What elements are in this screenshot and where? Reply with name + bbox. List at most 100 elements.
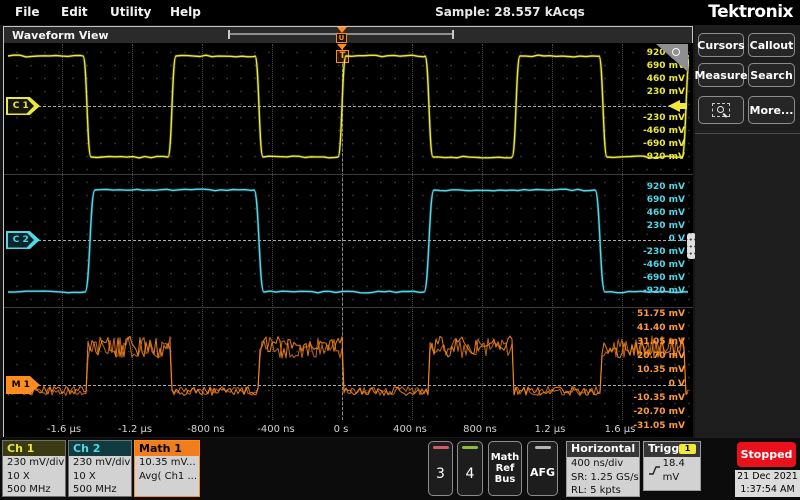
zero-volt-line	[8, 240, 686, 241]
ch4-label: 4	[466, 466, 475, 482]
menu-utility[interactable]: Utility	[110, 5, 151, 19]
gridline-vertical	[272, 44, 273, 420]
ch3-button[interactable]: 3	[428, 441, 453, 496]
horizontal-title: Horizontal	[567, 442, 639, 457]
axis-label: -690 mV	[643, 139, 685, 149]
search-button[interactable]: Search	[748, 63, 795, 87]
callout-button[interactable]: Callout	[748, 33, 795, 57]
axis-label: 31.05 mV	[637, 337, 685, 347]
menu-help[interactable]: Help	[170, 5, 201, 19]
magnifier-icon	[672, 48, 680, 56]
menu-edit[interactable]: Edit	[61, 5, 88, 19]
axis-label: 51.75 mV	[637, 309, 685, 319]
ch1-bandwidth: 500 MHz	[3, 483, 65, 497]
panel-divider	[695, 133, 800, 134]
math1-scale: 10.35 mV...	[135, 456, 199, 470]
time-axis-label: -1.6 µs	[32, 424, 96, 435]
trigger-settings-panel[interactable]: Trigger 1 18.4 mV	[643, 441, 701, 491]
time-axis-label: 1.2 µs	[518, 424, 582, 435]
channel1-badge[interactable]: C 1	[6, 97, 40, 115]
axis-label: -920 mV	[643, 286, 685, 296]
expansion-point-icon[interactable]: U	[336, 33, 347, 43]
ch2-badge-title: Ch 2	[69, 441, 131, 456]
time-axis-label: -400 ns	[244, 424, 308, 435]
axis-label: 20.70 mV	[637, 351, 685, 361]
settings-bar: Ch 1 230 mV/div 10 X 500 MHz Ch 2 230 mV…	[0, 438, 800, 500]
ch3-label: 3	[436, 466, 445, 482]
datetime-display[interactable]: 21 Dec 2021 1:37:54 AM	[735, 470, 800, 497]
menu-bar: File Edit Utility Help Sample: 28.557 kA…	[0, 0, 800, 25]
axis-label: -920 mV	[643, 152, 685, 162]
axis-label: 0 V	[669, 379, 685, 389]
afg-button[interactable]: AFG	[527, 441, 558, 496]
time-label: 1:37:54 AM	[735, 483, 800, 496]
horizontal-settings-panel[interactable]: Horizontal 400 ns/div SR: 1.25 GS/s RL: …	[566, 441, 640, 497]
zoom-select-button[interactable]	[698, 96, 744, 124]
waveform-view-tab[interactable]: Waveform View	[12, 29, 109, 42]
acquisition-status-button[interactable]: Stopped	[737, 442, 796, 467]
ch1-badge-title: Ch 1	[3, 441, 65, 456]
more-button[interactable]: More...	[748, 96, 795, 124]
gridline-vertical	[482, 44, 483, 420]
gridline-vertical	[62, 44, 63, 420]
time-axis-label: -1.2 µs	[103, 424, 167, 435]
sample-count-label: Sample: 28.557 kAcqs	[420, 5, 600, 19]
zero-volt-line	[8, 106, 686, 107]
time-axis-label: 1.6 µs	[588, 424, 652, 435]
menu-file[interactable]: File	[15, 5, 40, 19]
channel2-badge[interactable]: C 2	[6, 231, 40, 249]
ch2-bandwidth: 500 MHz	[69, 483, 131, 497]
axis-label: -690 mV	[643, 273, 685, 283]
axis-label: 230 mV	[647, 221, 685, 231]
time-axis-label: 400 ns	[378, 424, 442, 435]
trigger-title: Trigger 1	[644, 442, 700, 457]
axis-label: -460 mV	[643, 260, 685, 270]
math1-settings-badge[interactable]: Math 1 10.35 mV... Avg( Ch1 ...	[134, 440, 200, 497]
trigger-position-line	[342, 44, 343, 420]
axis-label: 0 V	[669, 234, 685, 244]
axis-label: 41.40 mV	[637, 323, 685, 333]
ch1-probe: 10 X	[3, 470, 65, 484]
math1-badge[interactable]: M 1	[6, 376, 40, 394]
axis-label: 460 mV	[647, 208, 685, 218]
zoom-select-icon	[712, 103, 730, 117]
axis-label: 230 mV	[647, 87, 685, 97]
trigger-source-badge: 1	[679, 444, 696, 454]
tektronix-logo: Tektronix	[708, 2, 793, 22]
afg-color-bar	[535, 446, 551, 449]
time-axis-label: 0 s	[309, 424, 373, 435]
math1-expression: Avg( Ch1 ...	[135, 470, 199, 484]
afg-label: AFG	[530, 466, 555, 479]
ch2-scale: 230 mV/div	[69, 456, 131, 470]
cursors-button[interactable]: Cursors	[698, 33, 744, 57]
axis-label: -460 mV	[643, 126, 685, 136]
axis-label: -230 mV	[643, 113, 685, 123]
gridline-vertical	[552, 44, 553, 420]
ch4-button[interactable]: 4	[457, 441, 483, 496]
horizontal-scale: 400 ns/div	[567, 457, 639, 471]
math-ref-bus-button[interactable]: Math Ref Bus	[488, 441, 522, 496]
ch1-scale: 230 mV/div	[3, 456, 65, 470]
axis-label: -20.70 mV	[633, 407, 685, 417]
measure-button[interactable]: Measure	[698, 63, 744, 87]
slice-separator	[4, 307, 693, 308]
ch2-settings-badge[interactable]: Ch 2 230 mV/div 10 X 500 MHz	[68, 440, 132, 497]
horizontal-sample-rate: SR: 1.25 GS/s	[567, 471, 639, 485]
axis-label: 10.35 mV	[637, 365, 685, 375]
ch3-color-bar	[433, 446, 449, 449]
ch1-settings-badge[interactable]: Ch 1 230 mV/div 10 X 500 MHz	[2, 440, 66, 497]
axis-label: -230 mV	[643, 247, 685, 257]
axis-label: -10.35 mV	[633, 393, 685, 403]
zero-volt-line	[8, 385, 686, 386]
right-panel: Cursors Callout Measure Search More...	[695, 25, 800, 438]
oscilloscope-app: File Edit Utility Help Sample: 28.557 kA…	[0, 0, 800, 500]
trigger-flag-icon[interactable]: T	[336, 50, 349, 63]
math1-badge-title: Math 1	[135, 441, 199, 456]
axis-label: 460 mV	[647, 74, 685, 84]
gridline-vertical	[132, 44, 133, 420]
gridline-vertical	[412, 44, 413, 420]
horizontal-record-length: RL: 5 kpts	[567, 484, 639, 498]
ch2-probe: 10 X	[69, 470, 131, 484]
slice-separator	[4, 174, 693, 175]
gridline-vertical	[202, 44, 203, 420]
